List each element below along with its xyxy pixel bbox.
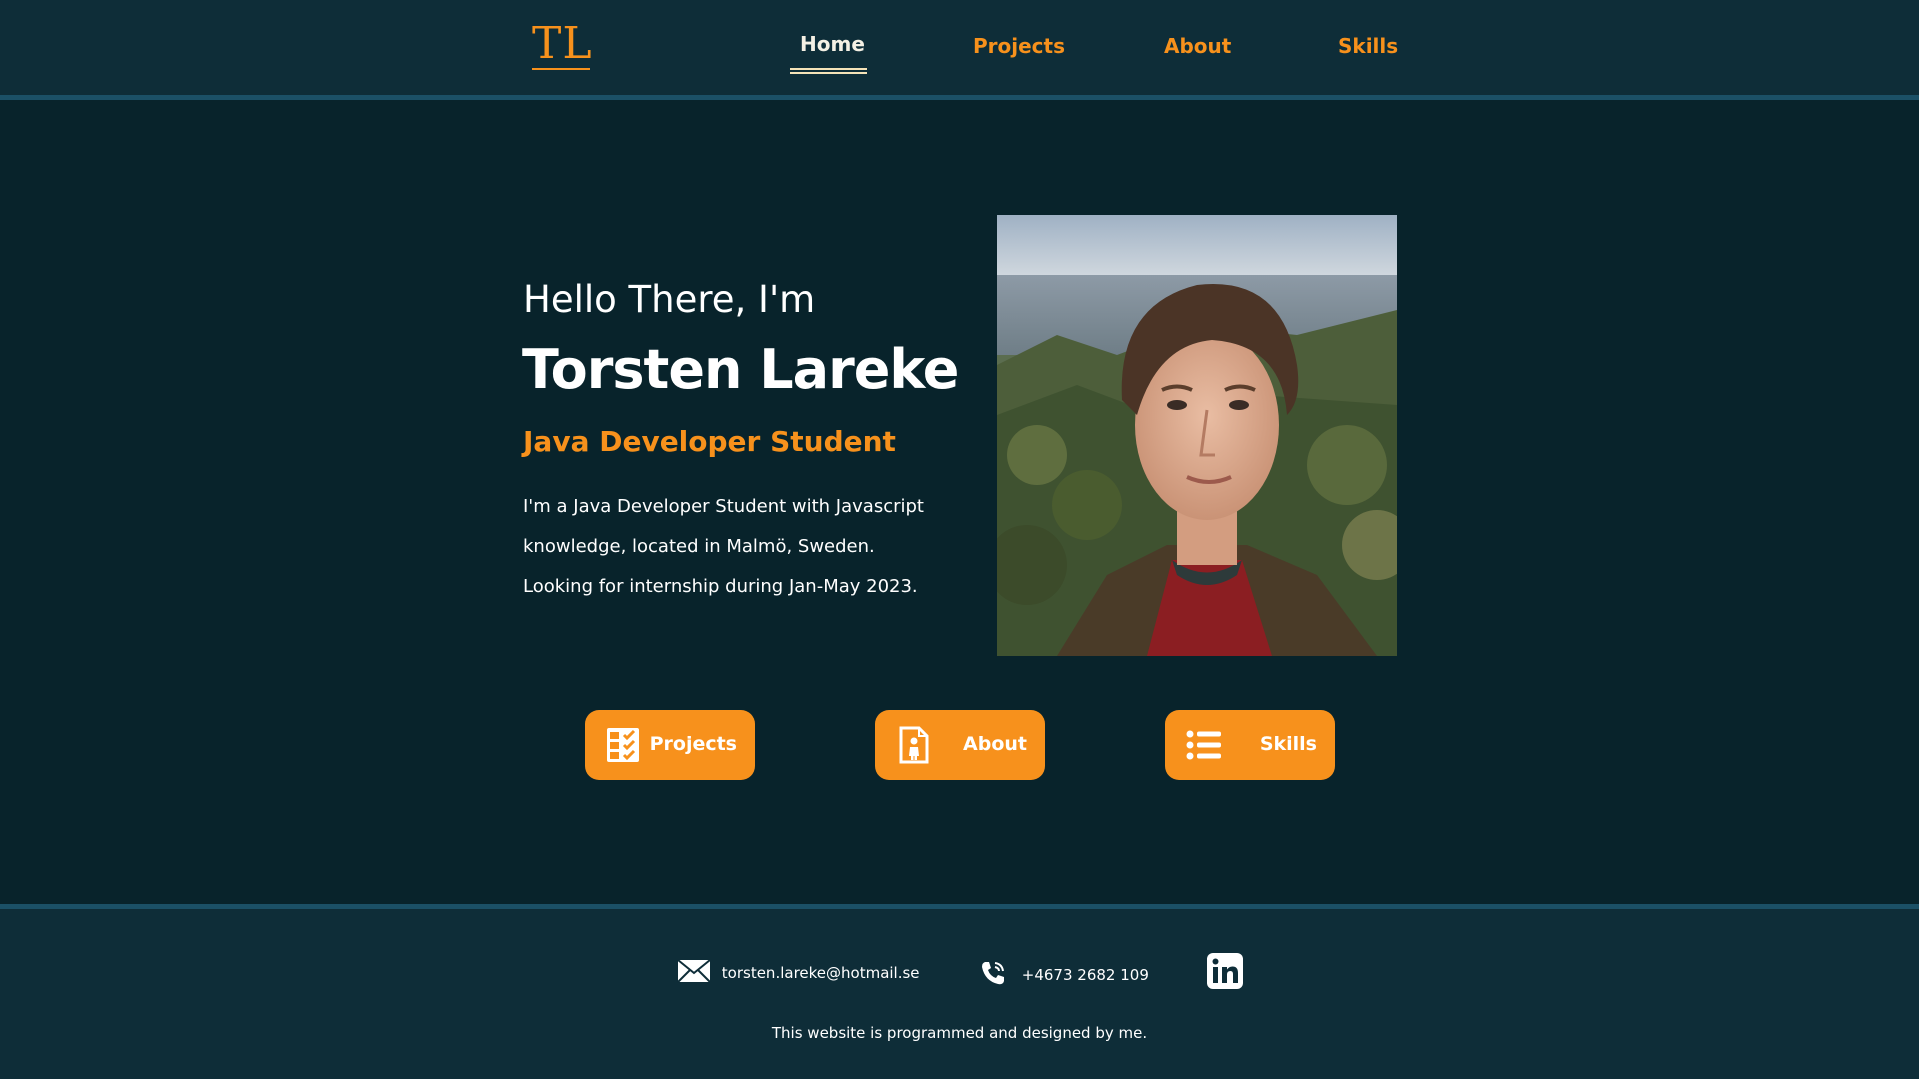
about-button-label: About — [963, 733, 1027, 755]
hero-greeting: Hello There, I'm — [523, 278, 816, 321]
projects-button-label: Projects — [649, 733, 737, 755]
hero-name: Torsten Lareke — [522, 338, 959, 401]
checklist-icon — [605, 726, 641, 764]
nav-active-indicator — [790, 68, 867, 74]
footer-credit: This website is programmed and designed … — [771, 1024, 1148, 1042]
logo-underline — [532, 68, 590, 70]
skills-button[interactable]: Skills — [1165, 710, 1335, 780]
site-header: TL Home Projects About Skills — [0, 0, 1919, 100]
hero-bio: I'm a Java Developer Student with Javasc… — [523, 487, 943, 607]
page: TL Home Projects About Skills Hello Ther… — [0, 0, 1919, 1079]
person-document-icon — [895, 726, 931, 764]
email-address[interactable]: torsten.lareke@hotmail.se — [722, 964, 920, 982]
nav-home[interactable]: Home — [800, 32, 865, 56]
nav-about[interactable]: About — [1164, 34, 1231, 58]
projects-button[interactable]: Projects — [585, 710, 755, 780]
phone-number[interactable]: +4673 2682 109 — [1022, 966, 1149, 984]
mail-icon — [677, 959, 711, 987]
about-button[interactable]: About — [875, 710, 1045, 780]
nav-projects[interactable]: Projects — [973, 34, 1065, 58]
nav-skills[interactable]: Skills — [1338, 34, 1398, 58]
phone-contact[interactable]: +4673 2682 109 — [979, 959, 1149, 991]
profile-photo — [997, 215, 1397, 656]
bio-line: Looking for internship during Jan-May 20… — [523, 576, 918, 597]
hero-role: Java Developer Student — [523, 425, 896, 458]
site-logo[interactable]: TL — [532, 22, 593, 66]
email-contact[interactable]: torsten.lareke@hotmail.se — [677, 959, 920, 987]
list-icon — [1185, 726, 1221, 764]
bio-line: I'm a Java Developer Student with Javasc… — [523, 496, 924, 517]
bio-line: knowledge, located in Malmö, Sweden. — [523, 536, 875, 557]
skills-button-label: Skills — [1259, 733, 1317, 755]
linkedin-icon[interactable] — [1207, 953, 1243, 989]
phone-icon — [979, 959, 1007, 991]
site-footer: torsten.lareke@hotmail.se +4673 2682 109… — [0, 904, 1919, 1079]
